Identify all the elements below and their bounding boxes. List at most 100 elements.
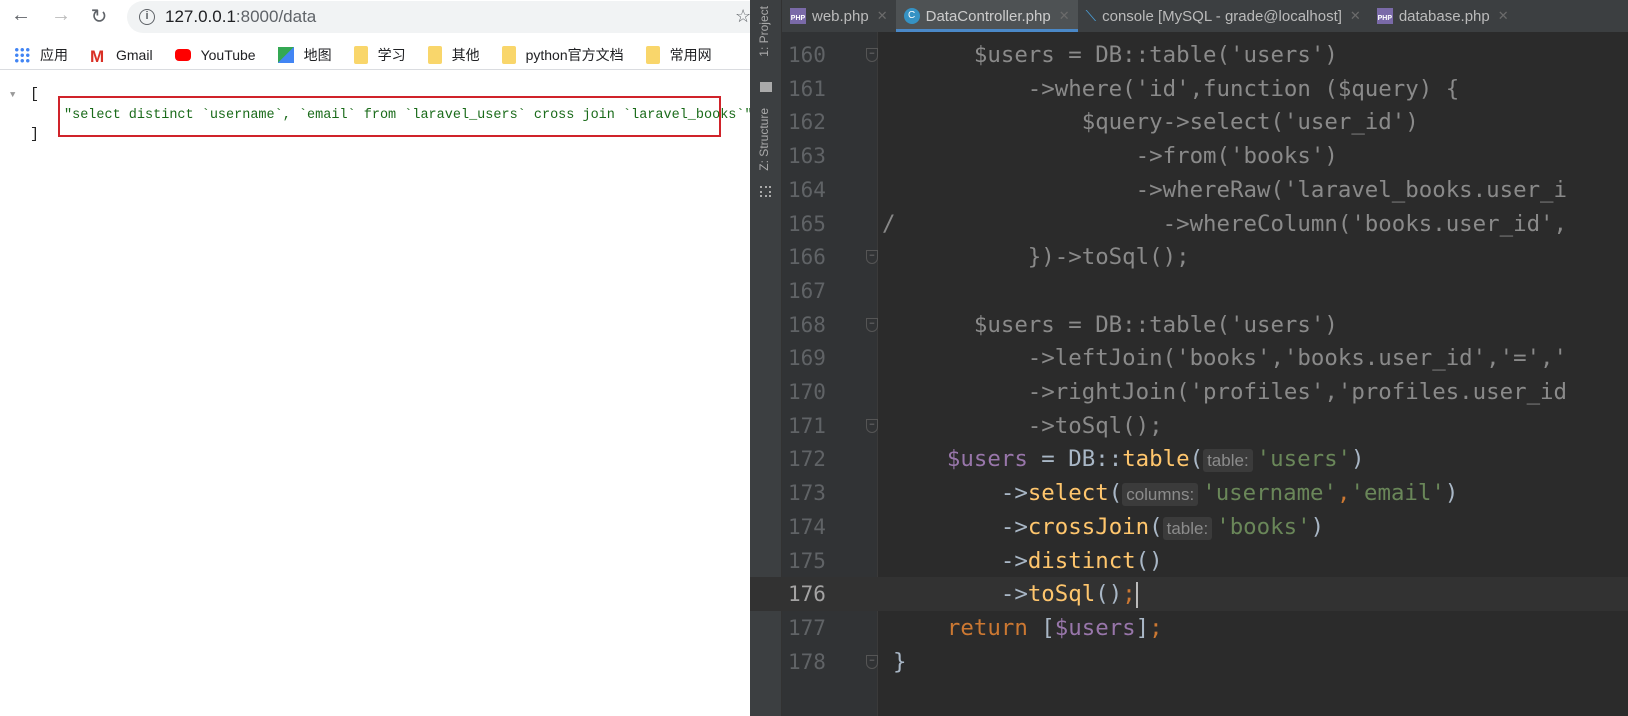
line-number: 163 xyxy=(788,144,826,169)
code-token: return xyxy=(946,614,1028,641)
code-text: $users = DB::table('users') xyxy=(893,308,1338,342)
editor-tab[interactable]: PHP database.php ✕ xyxy=(1369,0,1517,32)
code-line: 169 ->leftJoin('books','books.user_id','… xyxy=(750,341,1628,375)
fold-marker-icon[interactable]: − xyxy=(866,418,878,433)
code-token: ; xyxy=(1149,614,1163,641)
parameter-hint: columns: xyxy=(1122,483,1199,507)
bookmark-label: 常用网 xyxy=(669,46,712,63)
line-number: 177 xyxy=(788,615,826,640)
fold-marker-icon[interactable]: − xyxy=(866,250,878,265)
close-tab-icon[interactable]: ✕ xyxy=(1498,8,1509,24)
code-token: $query->select('user_id') xyxy=(893,109,1419,136)
tab-label: database.php xyxy=(1398,7,1490,25)
reload-button[interactable]: ↻ xyxy=(86,4,112,29)
line-number: 165 xyxy=(788,211,826,236)
code-token: distinct xyxy=(1027,547,1136,574)
json-close-bracket: ] xyxy=(30,126,40,143)
bookmark-item[interactable]: python官方文档 xyxy=(501,45,624,65)
editor-tab[interactable]: C DataController.php ✕ xyxy=(895,0,1078,32)
code-line: 166 − })->toSql(); xyxy=(750,240,1628,274)
code-line: 177 return [$users]; xyxy=(750,611,1628,645)
code-line: 172 $users = DB::table(table:'users') xyxy=(750,442,1628,476)
bookmark-label: Gmail xyxy=(116,46,153,63)
fold-marker-icon[interactable]: − xyxy=(866,654,878,669)
close-tab-icon[interactable]: ✕ xyxy=(1350,8,1361,24)
code-line: 162 $query->select('user_id') xyxy=(750,105,1628,139)
code-token: ; xyxy=(1122,581,1136,608)
editor-tab[interactable]: PHP web.php ✕ xyxy=(782,0,896,32)
code-text: return [$users]; xyxy=(893,611,1163,645)
forward-button[interactable]: → xyxy=(48,4,74,27)
maps-icon xyxy=(277,46,294,63)
info-icon[interactable]: i xyxy=(139,9,155,25)
code-token: ->from('books') xyxy=(893,143,1338,170)
code-text: ->whereRaw('laravel_books.user_i xyxy=(893,173,1567,207)
code-line: 164 ->whereRaw('laravel_books.user_i xyxy=(750,173,1628,207)
folder-icon xyxy=(427,45,442,64)
code-token: ->leftJoin('books','books.user_id','=',' xyxy=(893,345,1568,372)
tab-label: DataController.php xyxy=(925,7,1051,25)
code-text: } xyxy=(893,645,906,679)
browser-window: ← → ↻ i 127.0.0.1:8000/data ☆ 应用 M Gmail Yo… xyxy=(0,0,767,716)
line-number: 167 xyxy=(788,278,826,303)
code-text: ->distinct() xyxy=(893,544,1163,578)
bookmark-label: python官方文档 xyxy=(525,46,624,63)
bookmark-item[interactable]: YouTube xyxy=(174,47,256,63)
code-token: ->where('id',function ($query) { xyxy=(893,75,1460,102)
code-line: 175 ->distinct() xyxy=(750,544,1628,578)
line-number: 160 xyxy=(788,43,826,67)
console-icon: ⟍ xyxy=(1085,7,1097,25)
folder-icon xyxy=(353,45,368,64)
code-token: () xyxy=(1095,581,1123,608)
code-line: 161 ->where('id',function ($query) { xyxy=(750,72,1628,106)
bookmarks-bar: 应用 M Gmail YouTube 地图 学习 其他 python官方文档 常用网 xyxy=(0,40,750,70)
bookmark-item[interactable]: 应用 xyxy=(14,45,68,65)
line-number: 172 xyxy=(788,447,826,472)
code-text: ->select(columns:'username','email') xyxy=(893,476,1458,512)
line-number: 174 xyxy=(788,514,826,539)
close-tab-icon[interactable]: ✕ xyxy=(877,8,888,24)
line-number: 169 xyxy=(788,346,826,371)
gmail-icon: M xyxy=(90,46,105,66)
address-bar[interactable]: i 127.0.0.1:8000/data xyxy=(127,1,767,33)
collapse-triangle-icon[interactable]: ▼ xyxy=(10,90,15,100)
editor-tab[interactable]: ⟍ console [MySQL - grade@localhost] ✕ xyxy=(1078,0,1369,32)
code-token: toSql xyxy=(1027,581,1096,608)
bookmark-star-icon[interactable]: ☆ xyxy=(735,6,751,27)
code-token: $users xyxy=(1054,614,1136,641)
code-token: ->whereRaw('laravel_books.user_i xyxy=(893,176,1568,203)
code-token: 'username' xyxy=(1202,480,1338,507)
code-line: 170 ->rightJoin('profiles','profiles.use… xyxy=(750,375,1628,409)
code-token: crossJoin xyxy=(1027,513,1150,540)
bookmark-item[interactable]: 地图 xyxy=(277,45,332,65)
bookmark-label: 应用 xyxy=(40,46,68,63)
code-token: ) xyxy=(1310,513,1325,540)
code-text: ->leftJoin('books','books.user_id','=',' xyxy=(893,341,1567,375)
code-line: 171 − ->toSql(); xyxy=(750,409,1628,443)
fold-marker-icon[interactable]: − xyxy=(866,317,878,332)
bookmark-item[interactable]: M Gmail xyxy=(90,46,153,66)
line-number: 168 xyxy=(788,312,826,337)
code-text: ->rightJoin('profiles','profiles.user_id xyxy=(893,375,1567,409)
code-token: 'email' xyxy=(1350,480,1445,507)
line-number: 166 xyxy=(788,245,826,270)
code-token: = DB:: xyxy=(1027,446,1123,473)
back-button[interactable]: ← xyxy=(8,4,34,27)
code-token: table xyxy=(1122,446,1190,473)
bookmark-item[interactable]: 常用网 xyxy=(645,45,712,65)
bookmark-label: 其他 xyxy=(451,46,480,63)
code-text: ->whereColumn('books.user_id', xyxy=(893,207,1567,241)
code-line: 165/ ->whereColumn('books.user_id', xyxy=(750,207,1628,241)
line-number: 176 xyxy=(788,582,826,607)
close-tab-icon[interactable]: ✕ xyxy=(1059,8,1070,24)
fold-marker-icon[interactable]: − xyxy=(866,48,878,62)
bookmark-item[interactable]: 其他 xyxy=(427,45,480,65)
bookmark-item[interactable]: 学习 xyxy=(353,45,406,65)
parameter-hint: table: xyxy=(1203,449,1253,473)
code-token: })->toSql(); xyxy=(893,244,1190,271)
code-line: 168 − $users = DB::table('users') xyxy=(750,308,1628,342)
code-token: ->rightJoin('profiles','profiles.user_id xyxy=(893,379,1568,405)
json-open-bracket: [ xyxy=(30,86,40,103)
